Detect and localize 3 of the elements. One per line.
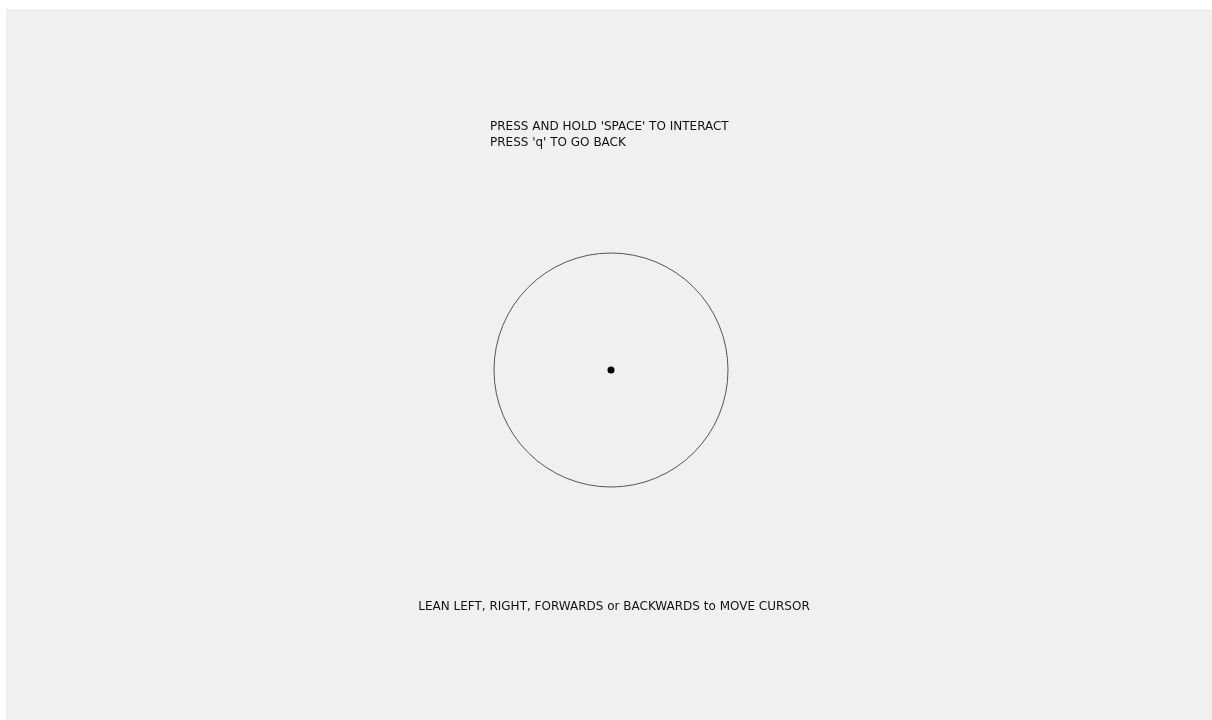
hint-text: LEAN LEFT, RIGHT, FORWARDS or BACKWARDS to MOVE CURSOR — [418, 598, 810, 614]
instruction-text: PRESS 'q' TO GO BACK — [490, 134, 627, 150]
instruction-text: PRESS AND HOLD 'SPACE' TO INTERACT — [490, 118, 730, 134]
